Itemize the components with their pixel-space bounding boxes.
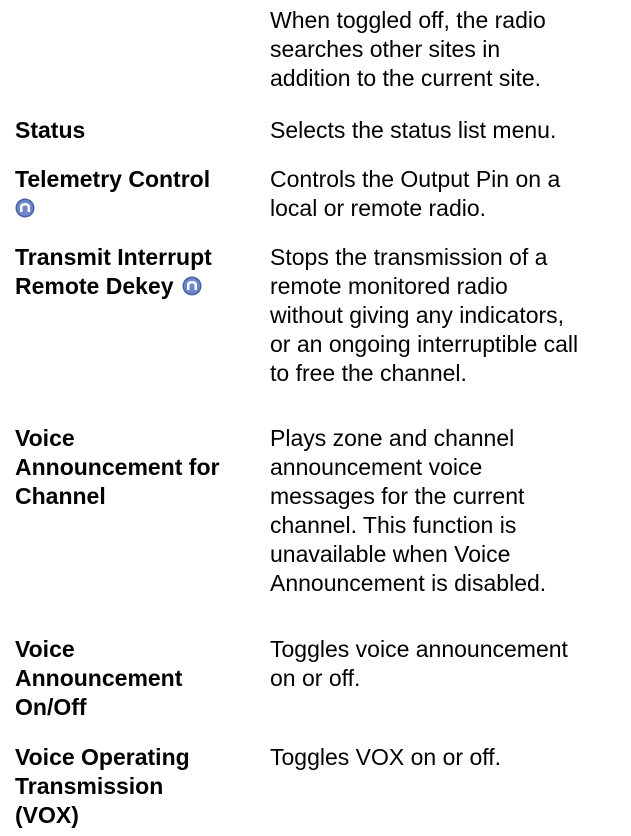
description-line: Controls the Output Pin on a: [270, 166, 561, 192]
description-line: or an ongoing interruptible call: [270, 331, 579, 357]
description-line: without giving any indicators,: [270, 302, 565, 328]
description-line: on or off.: [270, 665, 361, 691]
feature-name-line: Voice: [15, 425, 75, 451]
feature-description: Toggles VOX on or off.: [270, 743, 625, 772]
feature-name: Transmit Interrupt Remote Dekey: [15, 243, 260, 301]
description-line: Selects the status list menu.: [270, 117, 557, 143]
description-line: announcement voice: [270, 454, 483, 480]
feature-name-line: Voice: [15, 636, 75, 662]
description-line: Toggles VOX on or off.: [270, 744, 501, 770]
feature-description: Plays zone and channel announcement voic…: [270, 424, 625, 598]
feature-name: Voice Announcement for Channel: [15, 424, 260, 511]
description-line: Announcement is disabled.: [270, 570, 547, 596]
feature-name-line: Transmission: [15, 773, 164, 799]
feature-icon: [182, 276, 202, 296]
description-line: messages for the current: [270, 483, 525, 509]
description-line: searches other sites in: [270, 36, 501, 62]
feature-name-line: Announcement for: [15, 454, 220, 480]
feature-name: Telemetry Control: [15, 165, 260, 223]
feature-name-line: Channel: [15, 483, 106, 509]
feature-description: Toggles voice announcement on or off.: [270, 635, 625, 693]
feature-name-line: Telemetry Control: [15, 166, 211, 192]
description-line: to free the channel.: [270, 360, 467, 386]
feature-name-line: Voice Operating: [15, 744, 190, 770]
feature-description: When toggled off, the radio searches oth…: [270, 6, 625, 93]
description-line: channel. This function is: [270, 512, 517, 538]
feature-name-line: On/Off: [15, 694, 87, 720]
feature-name-line: [15, 194, 260, 223]
description-line: unavailable when Voice: [270, 541, 511, 567]
feature-description: Selects the status list menu.: [270, 116, 625, 145]
feature-name-text: Remote Dekey: [15, 273, 174, 299]
feature-description: Stops the transmission of a remote monit…: [270, 243, 625, 388]
description-line: When toggled off, the radio: [270, 7, 546, 33]
feature-name-line: Remote Dekey: [15, 272, 260, 301]
description-line: addition to the current site.: [270, 65, 542, 91]
feature-name: Voice Operating Transmission (VOX): [15, 743, 260, 830]
description-line: Toggles voice announcement: [270, 636, 568, 662]
feature-name: Status: [15, 116, 260, 145]
description-line: remote monitored radio: [270, 273, 508, 299]
feature-description: Controls the Output Pin on a local or re…: [270, 165, 625, 223]
feature-name-line: Transmit Interrupt: [15, 244, 212, 270]
feature-icon: [15, 198, 35, 218]
description-line: Stops the transmission of a: [270, 244, 548, 270]
description-line: local or remote radio.: [270, 195, 487, 221]
feature-name: Voice Announcement On/Off: [15, 635, 260, 722]
feature-name-line: Announcement: [15, 665, 183, 691]
feature-name-line: (VOX): [15, 802, 79, 828]
description-line: Plays zone and channel: [270, 425, 515, 451]
feature-name-line: Status: [15, 117, 86, 143]
